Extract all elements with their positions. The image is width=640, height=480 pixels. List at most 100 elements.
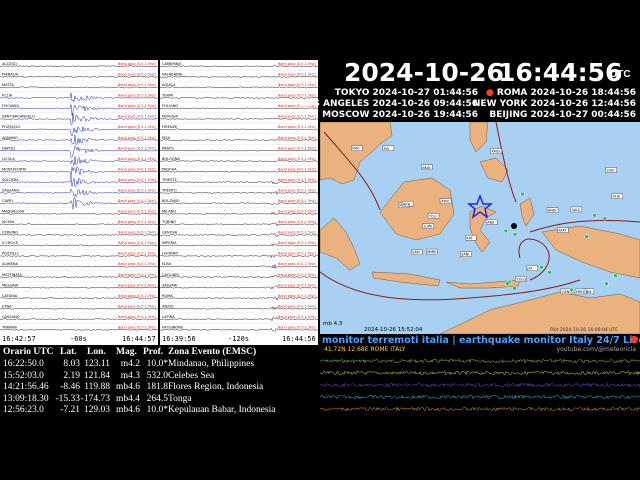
station-info: 41.72N 12.68E ROME ITALY youtube.com/@me…: [320, 345, 640, 355]
band-pass-label: Band pass [0.5-1.5Hz]: [278, 125, 316, 129]
band-pass-label: Band pass [0.5-1.5Hz]: [118, 104, 156, 108]
station-label: ETNA: [2, 304, 12, 308]
station-label: ROMA: [162, 294, 173, 298]
station-code: GENI: [562, 290, 570, 294]
band-pass-label: Band pass [0.5-1.5Hz]: [278, 157, 316, 161]
cell-mag: m4.3: [120, 370, 140, 381]
seismogram-panel-right: CAMERINO Band pass [0.5-1.5Hz] VALNERINA Ba…: [160, 60, 318, 334]
epicenter-dot: [503, 228, 509, 234]
epicenter-dot: [520, 191, 525, 197]
utc-date: 2024-10-26: [344, 58, 504, 87]
band-pass-label: Band pass [0.5-1.5Hz]: [118, 231, 156, 235]
band-pass-label: Band pass [0.5-1.5Hz]: [278, 73, 316, 77]
band-pass-label: Band pass [0.5-1.5Hz]: [278, 252, 316, 256]
band-pass-label: Band pass [0.5-1.5Hz]: [278, 231, 316, 235]
helicorder-line: [320, 370, 640, 376]
helicorder-line: [320, 394, 640, 400]
band-pass-label: Band pass [0.5-1.5Hz]: [118, 273, 156, 277]
station-code: FAKI: [352, 147, 359, 151]
station-label: POZZILLI: [2, 252, 18, 256]
station-code: KKM: [558, 229, 565, 233]
cell-time: 13:09:18.30: [3, 393, 49, 404]
station-code: PLAI: [613, 195, 620, 199]
station-label: AQUILA: [162, 83, 176, 87]
station-label: CASSANO: [2, 315, 20, 319]
epicenter-dot: [539, 264, 544, 270]
band-pass-label: Band pass [0.5-1.5Hz]: [118, 199, 156, 203]
seismic-map: RPYMNPPSIKKMSBMBKNISANILUWIMMRIBNDISAUIK…: [320, 122, 640, 334]
station-label: ACCESO: [2, 62, 17, 66]
epicenter-dot: [592, 213, 597, 218]
band-pass-label: Band pass [0.5-1.5Hz]: [278, 199, 316, 203]
cell-time: 12:56:23.0: [3, 405, 44, 415]
cell-lon: 129.03: [83, 405, 110, 415]
station-label: TRAPANI: [1, 325, 17, 329]
band-pass-label: Band pass [0.5-1.5Hz]: [278, 136, 316, 140]
station-label: MADDALONI: [2, 210, 24, 214]
station-label: PIANALIA: [2, 73, 19, 77]
band-pass-label: Band pass [0.5-1.5Hz]: [278, 220, 316, 224]
station-label: NAPOLI: [2, 146, 15, 150]
station-label: POZZUOLI: [2, 125, 20, 129]
time-end: 16:44:57: [122, 335, 156, 343]
band-pass-label: Band pass [0.5-1.5Hz]: [278, 210, 316, 214]
station-code: SANI: [461, 253, 469, 257]
map-canvas: RPYMNPPSIKKMSBMBKNISANILUWIMMRIBNDISAUIK…: [320, 122, 640, 334]
band-pass-label: Band pass [0.5-1.5Hz]: [278, 283, 316, 287]
band-pass-label: Band pass [0.5-1.5Hz]: [118, 83, 156, 87]
band-pass-label: Band pass [0.5-1.5Hz]: [118, 294, 156, 298]
helicorder-traces: [320, 358, 640, 412]
cell-lat: 2.19: [63, 370, 80, 381]
band-pass-label: Band pass [0.5-1.5Hz]: [118, 125, 156, 129]
cell-mag: m4.2: [120, 359, 140, 369]
cell-lon: -174.73: [80, 393, 110, 404]
band-pass-label: Band pass [0.5-1.5Hz]: [118, 167, 156, 171]
band-pass-label: Band pass [0.5-1.5Hz]: [278, 62, 316, 66]
station-label: CAPRI: [2, 199, 13, 203]
station-label: ALIMENA: [2, 262, 19, 266]
station-label: FOLIGNO: [162, 104, 178, 108]
station-code: JAY: [526, 267, 533, 271]
band-pass-label: Band pass [0.5-1.5Hz]: [118, 94, 156, 98]
cell-zone: Flores Region, Indonesia: [168, 382, 264, 392]
station-code: ABJI: [487, 220, 494, 224]
epicenter-dot: [569, 287, 574, 293]
station-code: BKB: [403, 202, 411, 206]
band-pass-label: Band pass [0.5-1.5Hz]: [118, 146, 156, 150]
city-moscow: MOSCOW 2024-10-26 19:44:56: [322, 110, 478, 120]
header-lon: Lon.: [87, 347, 106, 357]
cell-zone: Kepulauan Babar, Indonesia: [168, 405, 276, 415]
band-pass-label: Band pass [0.5-1.5Hz]: [118, 241, 156, 245]
band-pass-label: Band pass [0.5-1.5Hz]: [278, 325, 316, 329]
recent-event-marker: [511, 223, 517, 229]
station-code: LUWI: [424, 225, 433, 229]
station-label: PRATO: [162, 146, 174, 150]
band-pass-label: Band pass [0.5-1.5Hz]: [118, 325, 156, 329]
seismogram-traces-right: CAMERINO Band pass [0.5-1.5Hz] VALNERINA Ba…: [160, 60, 318, 332]
header-time: Orario UTC: [3, 347, 54, 357]
station-label: CAMERINO: [162, 62, 182, 66]
time-mid: -60s: [70, 335, 87, 343]
station-label: ANZIO: [162, 304, 174, 308]
station-label: LICOLA: [2, 157, 15, 161]
station-label: MESSINA: [2, 283, 19, 287]
station-label: MATTINATA: [2, 273, 22, 277]
epicenter-dot: [584, 234, 589, 239]
band-pass-label: Band pass [0.5-1.5Hz]: [278, 294, 316, 298]
station-code: TOLI: [428, 214, 437, 218]
seismogram-panel-left: ACCESO Band pass [0.5-1.5Hz] PIANALIA Band …: [0, 60, 158, 334]
station-label: VALNERINA: [162, 73, 183, 77]
cell-mag: mb4.6: [115, 382, 140, 392]
station-code: MMRI: [427, 250, 436, 254]
city-tokyo: TOKYO 2024-10-27 01:44:56: [334, 88, 478, 98]
band-pass-label: Band pass [0.5-1.5Hz]: [118, 220, 156, 224]
utc-time: 16:44:56: [498, 58, 623, 87]
seismogram-time-axis-left: 16:42:57 -60s 16:44:57: [0, 334, 158, 345]
map-footer-plot: Plot 2024-10-26 16:00:04 UTC: [550, 327, 618, 333]
time-end: 16:44:56: [282, 335, 316, 343]
station-code: PSI: [384, 147, 389, 151]
epicenter-dot: [512, 231, 518, 237]
time-mid: -120s: [228, 335, 250, 343]
header-lat: Lat.: [60, 347, 77, 357]
station-label: TRIESTE: [161, 178, 177, 182]
